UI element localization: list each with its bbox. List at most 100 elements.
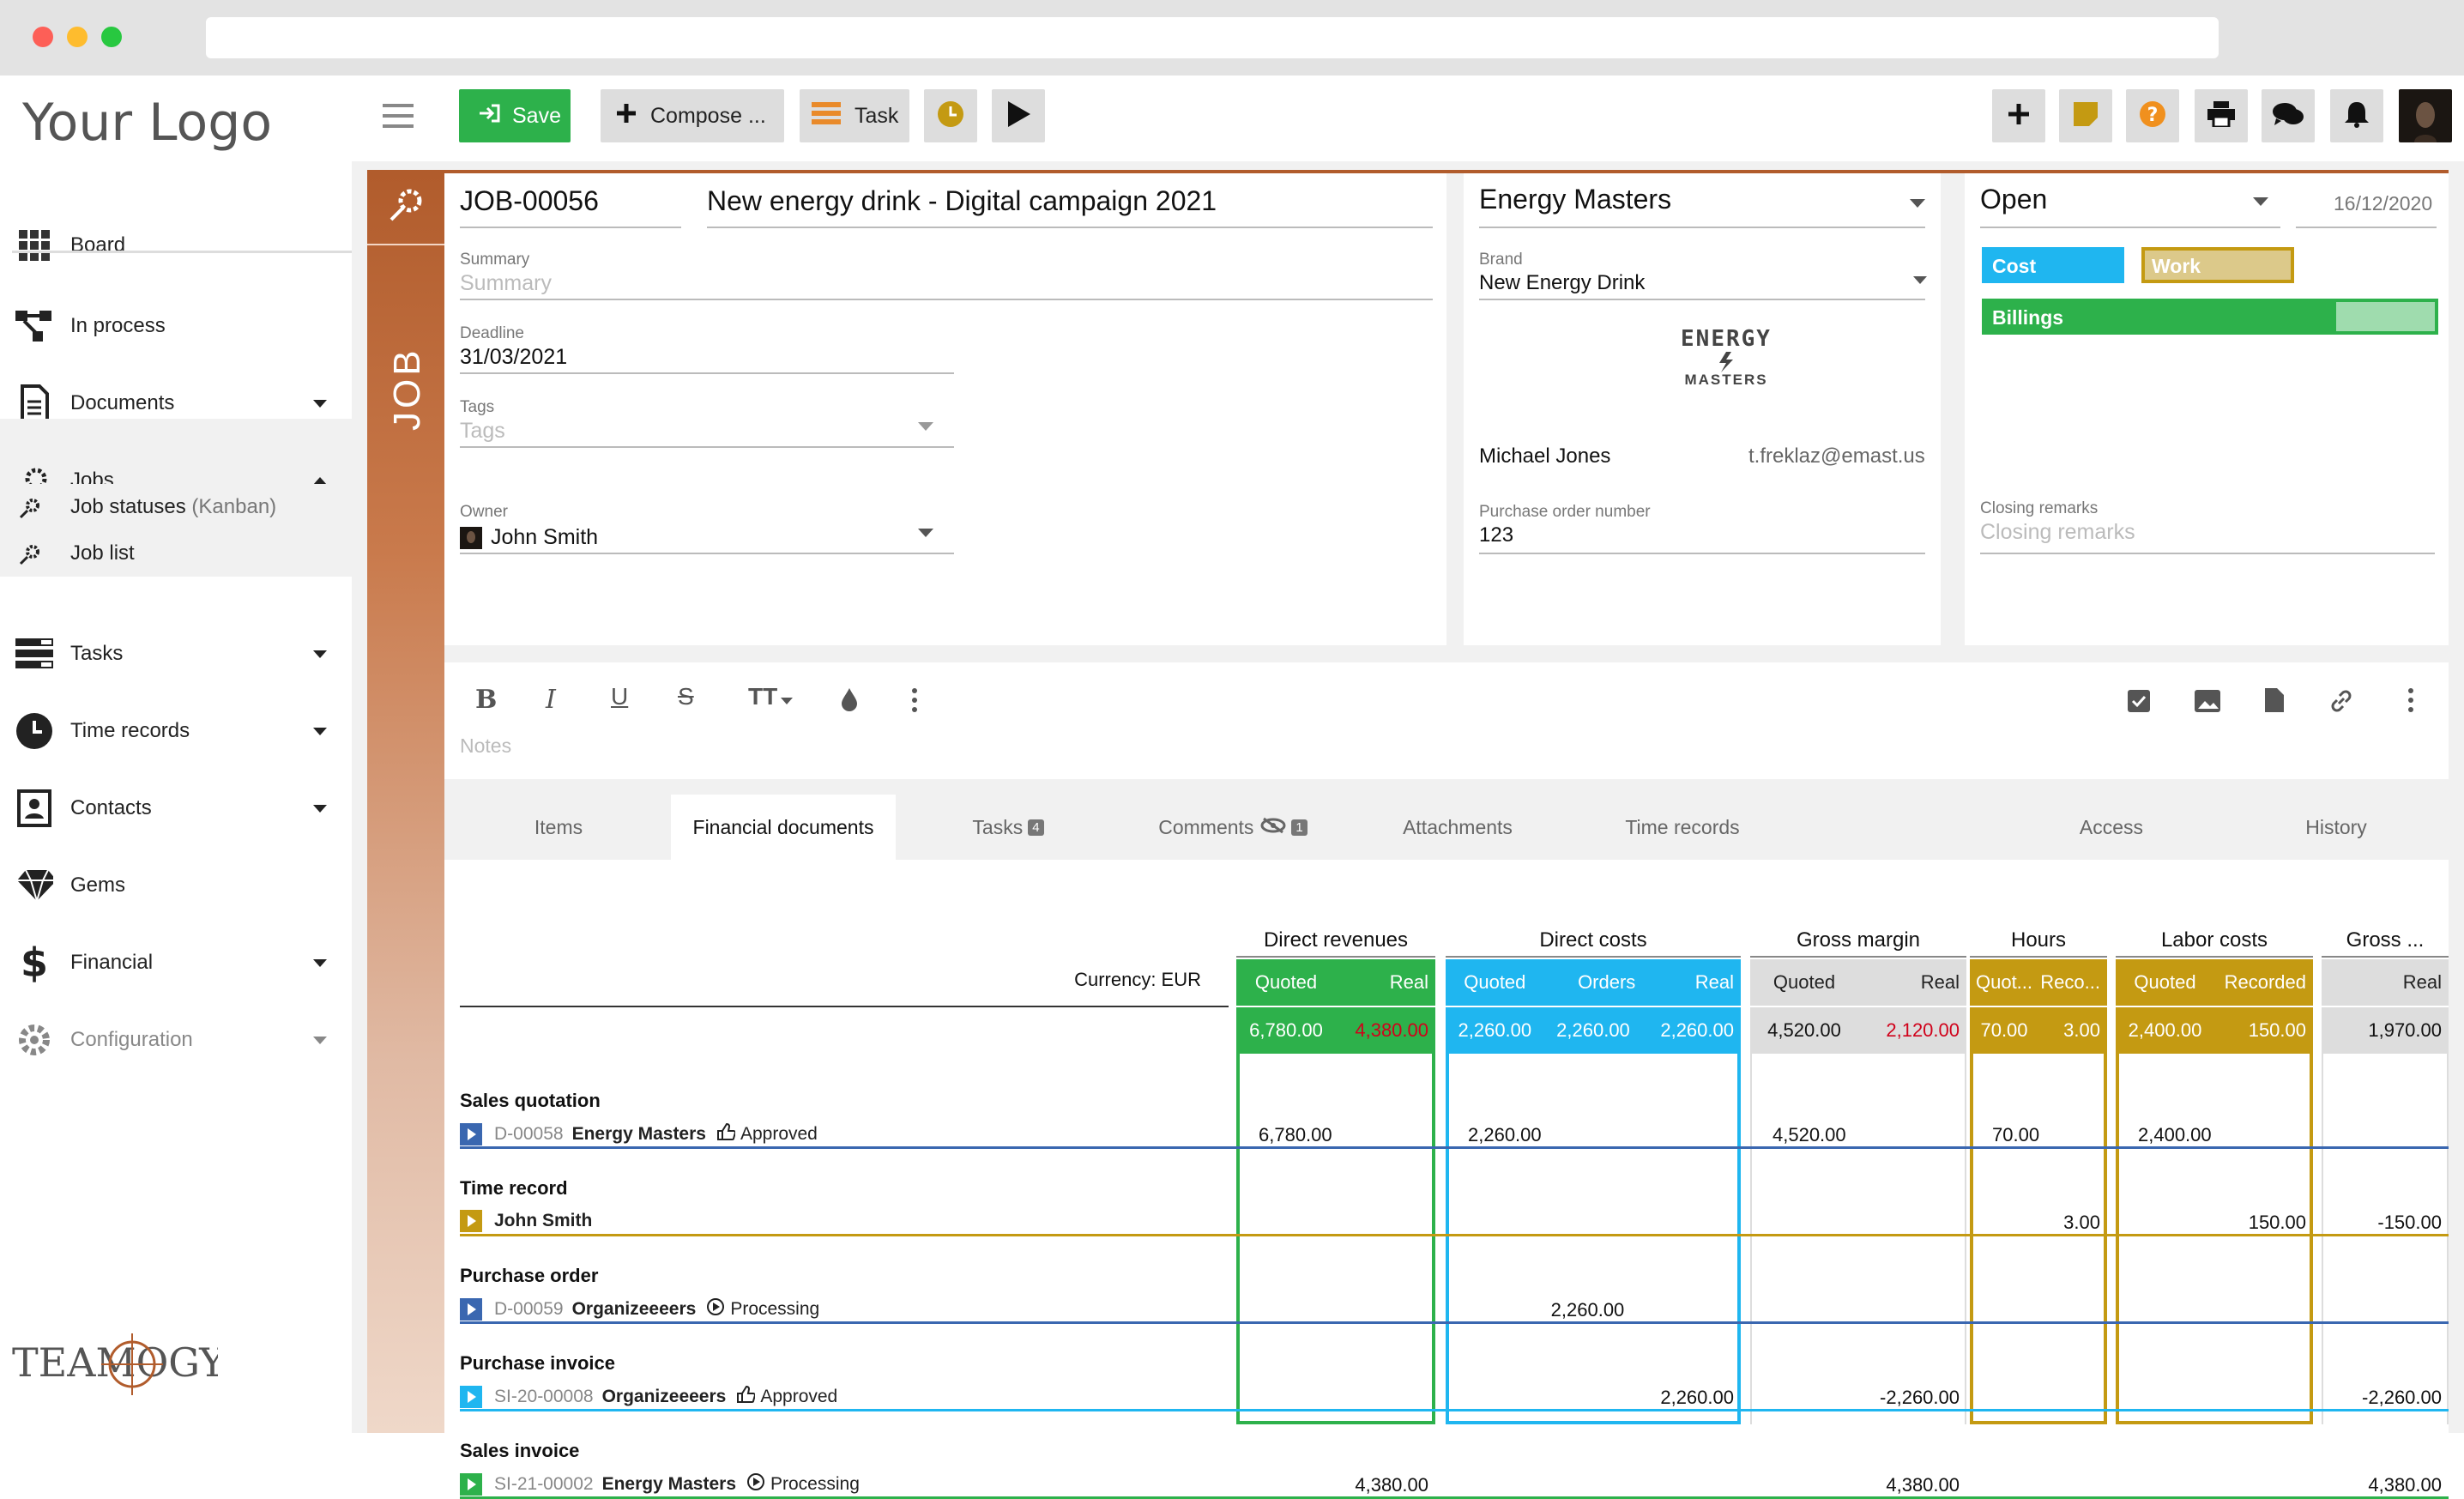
tab-history[interactable]: History [2224, 795, 2449, 860]
expand-row-icon[interactable] [460, 1473, 482, 1496]
checkbox-icon[interactable] [2128, 690, 2150, 716]
text-size-button[interactable]: TT [748, 683, 794, 710]
maximize-window-dot[interactable] [101, 27, 122, 47]
expand-row-icon[interactable] [460, 1298, 482, 1321]
print-button[interactable] [2195, 89, 2248, 142]
tab-attachments[interactable]: Attachments [1345, 795, 1570, 860]
sidebar-item-contacts[interactable]: Contacts [0, 774, 352, 843]
sidebar-item-time-records[interactable]: Time records [0, 697, 352, 765]
row-ref-number[interactable]: D-00059 [494, 1299, 564, 1320]
status-date[interactable]: 16/12/2020 [2334, 192, 2432, 215]
sidebar-item-tasks[interactable]: Tasks [0, 620, 352, 688]
subheader-gm-1[interactable]: Real [1858, 959, 1966, 1006]
expand-row-icon[interactable] [460, 1386, 482, 1408]
subheader-rev-1[interactable]: Real [1336, 959, 1435, 1006]
subheader-rev-0[interactable]: Quoted [1236, 959, 1336, 1006]
cost-bar[interactable]: Cost [1982, 247, 2124, 283]
closing-remarks-input[interactable]: Closing remarks [1980, 520, 2135, 545]
subheader-labor-1[interactable]: Recorded [2214, 959, 2313, 1006]
strikethrough-button[interactable]: S [678, 683, 694, 710]
subheader-hours-1[interactable]: Reco... [2038, 959, 2107, 1006]
chevron-down-icon[interactable] [313, 1036, 327, 1044]
chevron-down-icon[interactable] [313, 958, 327, 967]
chevron-down-icon[interactable] [2253, 197, 2268, 206]
chevron-down-icon[interactable] [1910, 199, 1925, 208]
task-button[interactable]: Task [800, 89, 909, 142]
save-button[interactable]: Save [459, 89, 571, 142]
tab-items[interactable]: Items [446, 795, 671, 860]
bold-button[interactable]: B [475, 685, 497, 715]
row-ref-number[interactable]: D-00058 [494, 1124, 564, 1145]
image-icon[interactable] [2195, 690, 2220, 716]
sidebar-item-financial[interactable]: $ Financial [0, 928, 352, 997]
avatar[interactable] [2399, 89, 2452, 142]
subheader-cost-0[interactable]: Quoted [1446, 959, 1544, 1006]
subheader-gm-0[interactable]: Quoted [1750, 959, 1858, 1006]
notifications-button[interactable] [2330, 89, 2383, 142]
chevron-down-icon[interactable] [313, 399, 327, 408]
deadline-input[interactable]: 31/03/2021 [460, 345, 567, 370]
row-reference[interactable]: D-00059 Organizeeeers Processing [460, 1297, 819, 1321]
link-icon[interactable] [2328, 688, 2354, 718]
row-reference[interactable]: SI-21-00002 Energy Masters Processing [460, 1472, 860, 1496]
minimize-window-dot[interactable] [67, 27, 88, 47]
tab-financial-documents[interactable]: Financial documents [671, 795, 896, 860]
client-select[interactable]: Energy Masters [1479, 184, 1671, 215]
contact-email[interactable]: t.freklaz@emast.us [1748, 444, 1925, 468]
status-select[interactable]: Open [1980, 184, 2047, 215]
file-icon[interactable] [2265, 688, 2284, 716]
chat-button[interactable] [2262, 89, 2315, 142]
sidebar-subitem-job-list[interactable]: Job list [0, 530, 352, 577]
expand-row-icon[interactable] [460, 1210, 482, 1232]
add-button[interactable] [1992, 89, 2045, 142]
chevron-down-icon[interactable] [313, 804, 327, 813]
compose-button[interactable]: Compose ... [601, 89, 784, 142]
billings-bar[interactable]: Billings [1982, 299, 2438, 335]
expand-row-icon[interactable] [460, 1123, 482, 1145]
chevron-down-icon[interactable] [918, 422, 933, 431]
tags-input[interactable]: Tags [460, 419, 505, 444]
chevron-down-icon[interactable] [313, 727, 327, 735]
brand-select[interactable]: New Energy Drink [1479, 271, 1645, 295]
sidebar-item-configuration[interactable]: Configuration [0, 1006, 352, 1074]
tab-comments[interactable]: Comments 1 [1120, 795, 1345, 860]
subheader-labor-0[interactable]: Quoted [2116, 959, 2214, 1006]
sidebar-item-gems[interactable]: Gems [0, 851, 352, 920]
notes-input[interactable]: Notes [460, 734, 511, 758]
subheader-cost-2[interactable]: Real [1642, 959, 1741, 1006]
time-button[interactable] [924, 89, 977, 142]
sidebar-item-board[interactable]: Board [0, 211, 352, 280]
hamburger-icon[interactable] [383, 103, 414, 129]
row-reference[interactable]: D-00058 Energy Masters Approved [460, 1122, 818, 1146]
chevron-down-icon[interactable] [918, 529, 933, 537]
more-vertical-icon[interactable] [2407, 688, 2414, 716]
chevron-down-icon[interactable] [313, 650, 327, 658]
row-reference[interactable]: John Smith [460, 1210, 602, 1232]
row-ref-number[interactable]: SI-20-00008 [494, 1387, 594, 1407]
close-window-dot[interactable] [33, 27, 53, 47]
underline-button[interactable]: U [611, 683, 628, 710]
work-bar[interactable]: Work [2141, 247, 2294, 283]
row-ref-number[interactable]: SI-21-00002 [494, 1474, 594, 1495]
subheader-hours-0[interactable]: Quot... [1970, 959, 2038, 1006]
contact-name[interactable]: Michael Jones [1479, 444, 1610, 468]
summary-input[interactable]: Summary [460, 271, 552, 296]
subheader-cost-1[interactable]: Orders [1544, 959, 1643, 1006]
row-reference[interactable]: SI-20-00008 Organizeeeers Approved [460, 1385, 837, 1409]
tab-time-records[interactable]: Time records [1570, 795, 1795, 860]
note-button[interactable] [2059, 89, 2112, 142]
subheader-gross-0[interactable]: Real [2322, 959, 2449, 1006]
color-drop-icon[interactable] [841, 688, 858, 716]
tab-access[interactable]: Access [1999, 795, 2224, 860]
more-vertical-icon[interactable] [911, 688, 918, 716]
tab-tasks[interactable]: Tasks 4 [896, 795, 1120, 860]
play-button[interactable] [992, 89, 1045, 142]
address-bar[interactable] [206, 17, 2219, 58]
job-title-input[interactable]: New energy drink - Digital campaign 2021 [707, 185, 1217, 217]
sidebar-item-in-process[interactable]: In process [0, 292, 352, 360]
po-input[interactable]: 123 [1479, 523, 1513, 547]
help-button[interactable]: ? [2126, 89, 2179, 142]
chevron-down-icon[interactable] [1913, 276, 1927, 284]
owner-select[interactable]: John Smith [491, 525, 598, 550]
italic-button[interactable]: I [546, 685, 556, 715]
